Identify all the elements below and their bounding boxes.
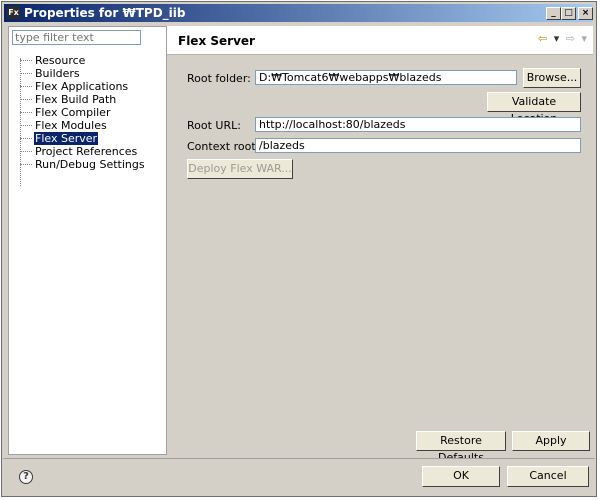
deploy-flex-war-button[interactable]: Deploy Flex WAR...	[187, 159, 293, 179]
root-folder-input[interactable]	[255, 70, 517, 85]
sidebar-item-label: Run/Debug Settings	[35, 158, 145, 171]
forward-dropdown-icon[interactable]: ▾	[581, 32, 587, 45]
sidebar-item-flex-applications[interactable]: Flex Applications	[17, 80, 146, 93]
sidebar: Resource Builders Flex Applications Flex…	[8, 26, 167, 455]
dialog-footer: ? OK Cancel	[3, 458, 595, 495]
ok-button[interactable]: OK	[422, 466, 500, 487]
sidebar-item-run-debug-settings[interactable]: Run/Debug Settings	[17, 158, 146, 171]
validate-location-button[interactable]: Validate Location	[487, 92, 581, 125]
page-title: Flex Server	[178, 34, 255, 48]
restore-defaults-button[interactable]: Restore Defaults	[416, 431, 506, 464]
title-bar[interactable]: Fx Properties for ₩TPD_iib _ □ ×	[4, 4, 593, 22]
sidebar-item-label: Flex Modules	[35, 119, 107, 132]
sidebar-item-resource[interactable]: Resource	[17, 54, 146, 67]
nav-controls: ⇦ ▾ ⇨ ▾	[535, 32, 587, 45]
back-dropdown-icon[interactable]: ▾	[554, 32, 560, 45]
tree: Resource Builders Flex Applications Flex…	[17, 54, 146, 171]
sidebar-item-label: Flex Compiler	[35, 106, 111, 119]
help-icon[interactable]: ?	[19, 470, 33, 484]
properties-dialog: Fx Properties for ₩TPD_iib _ □ × Resourc…	[1, 1, 597, 497]
sidebar-item-project-references[interactable]: Project References	[17, 145, 146, 158]
sidebar-item-flex-server[interactable]: Flex Server	[17, 132, 146, 145]
sidebar-item-label: Resource	[35, 54, 86, 67]
context-root-input[interactable]	[255, 138, 581, 153]
sidebar-item-flex-modules[interactable]: Flex Modules	[17, 119, 146, 132]
context-root-label: Context root:	[187, 140, 260, 153]
content-pane: Flex Server ⇦ ▾ ⇨ ▾ Root folder: Browse.…	[167, 26, 593, 464]
browse-button[interactable]: Browse...	[523, 68, 581, 88]
back-arrow-icon[interactable]: ⇦	[538, 32, 547, 45]
apply-button[interactable]: Apply	[512, 431, 590, 451]
forward-arrow-icon[interactable]: ⇨	[566, 32, 575, 45]
sidebar-item-label: Builders	[35, 67, 80, 80]
minimize-button[interactable]: _	[546, 7, 561, 20]
maximize-button[interactable]: □	[561, 7, 576, 20]
sidebar-item-label: Flex Applications	[35, 80, 129, 93]
app-icon: Fx	[7, 6, 20, 19]
cancel-button[interactable]: Cancel	[507, 466, 589, 487]
sidebar-item-flex-compiler[interactable]: Flex Compiler	[17, 106, 146, 119]
page-header: Flex Server ⇦ ▾ ⇨ ▾	[167, 26, 593, 55]
sidebar-item-flex-build-path[interactable]: Flex Build Path	[17, 93, 146, 106]
root-url-label: Root URL:	[187, 119, 241, 132]
sidebar-item-label: Flex Server	[34, 132, 99, 145]
root-folder-label: Root folder:	[187, 72, 251, 85]
sidebar-item-label: Flex Build Path	[35, 93, 117, 106]
filter-input[interactable]	[12, 30, 141, 45]
sidebar-item-label: Project References	[35, 145, 138, 158]
close-button[interactable]: ×	[578, 7, 593, 20]
root-url-input[interactable]	[255, 117, 581, 132]
window-title: Properties for ₩TPD_iib	[24, 6, 186, 20]
sidebar-item-builders[interactable]: Builders	[17, 67, 146, 80]
